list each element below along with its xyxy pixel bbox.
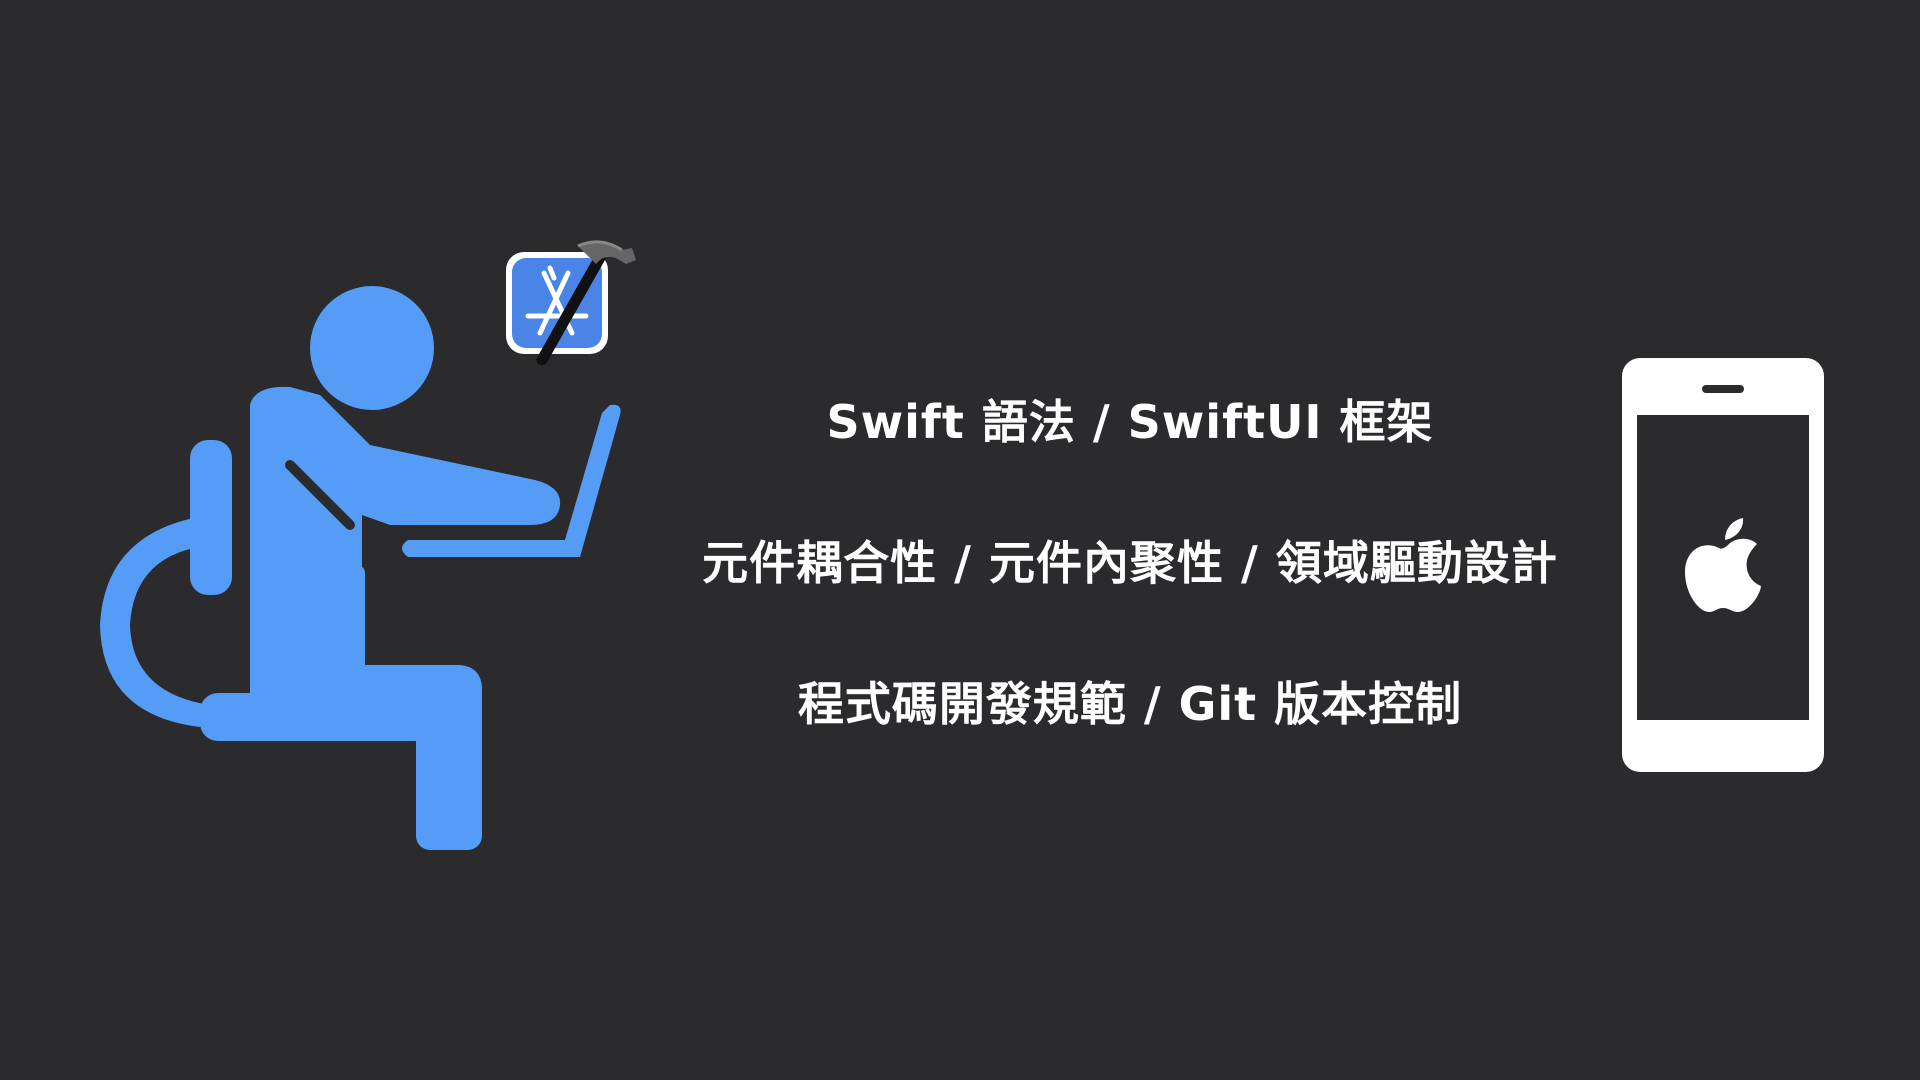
- topic-swift: Swift 語法 / SwiftUI 框架: [826, 395, 1434, 449]
- slide: Swift 語法 / SwiftUI 框架 元件耦合性 / 元件內聚性 / 領域…: [0, 0, 1920, 1080]
- topic-coding-standards: 程式碼開發規範 / Git 版本控制: [797, 677, 1463, 731]
- xcode-hammer-icon: [506, 240, 636, 366]
- iphone-icon: [1622, 358, 1824, 772]
- topic-component-design: 元件耦合性 / 元件內聚性 / 領域驅動設計: [702, 536, 1558, 590]
- topics-list: Swift 語法 / SwiftUI 框架 元件耦合性 / 元件內聚性 / 領域…: [620, 380, 1640, 760]
